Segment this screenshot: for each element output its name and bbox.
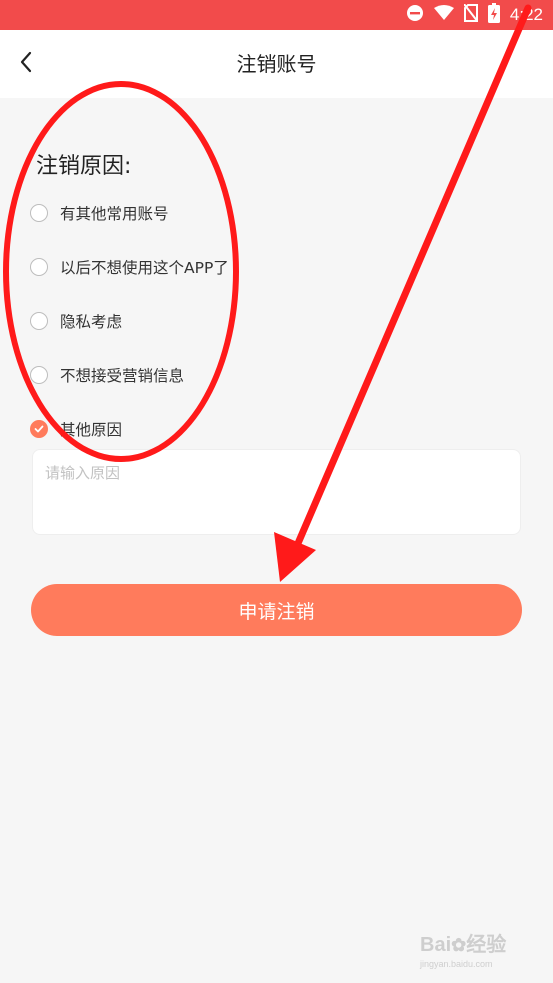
chevron-left-icon (19, 51, 33, 77)
status-icons: 4:22 (406, 0, 543, 30)
reason-option-selected[interactable]: 其他原因 (30, 402, 510, 456)
battery-charging-icon (487, 3, 500, 27)
watermark-logo: Bai✿经验 jingyan.baidu.com (420, 928, 506, 969)
watermark-url: jingyan.baidu.com (420, 959, 493, 969)
nav-bar: 注销账号 (0, 30, 553, 98)
radio-unchecked-icon[interactable] (30, 366, 48, 384)
wifi-icon (433, 5, 454, 25)
reason-option[interactable]: 隐私考虑 (30, 294, 510, 348)
reason-input[interactable] (32, 449, 521, 535)
reason-option[interactable]: 不想接受营销信息 (30, 348, 510, 402)
status-bar: 4:22 (0, 0, 553, 30)
radio-unchecked-icon[interactable] (30, 258, 48, 276)
page-title: 注销账号 (236, 52, 317, 76)
status-time: 4:22 (509, 5, 543, 24)
watermark-text: Bai (420, 934, 452, 956)
back-button[interactable] (6, 44, 46, 84)
radio-unchecked-icon[interactable] (30, 312, 48, 330)
do-not-disturb-icon (406, 4, 424, 26)
radio-unchecked-icon[interactable] (30, 204, 48, 222)
paw-icon: ✿ (451, 935, 467, 955)
reason-list: 有其他常用账号 以后不想使用这个APP了 隐私考虑 不想接受营销信息 其他原因 (30, 186, 510, 456)
reason-label: 隐私考虑 (60, 313, 123, 331)
reason-option[interactable]: 有其他常用账号 (30, 186, 510, 240)
reason-option[interactable]: 以后不想使用这个APP了 (30, 240, 510, 294)
reason-label: 其他原因 (60, 421, 123, 439)
submit-button[interactable]: 申请注销 (31, 584, 522, 636)
watermark-text2: 经验 (466, 934, 507, 956)
reason-label: 不想接受营销信息 (60, 367, 185, 385)
reason-label: 以后不想使用这个APP了 (60, 259, 229, 277)
screen: 4:22 注销账号 注销原因: 有其他常用账号 以后不想使用这个APP了 隐私考… (0, 0, 553, 983)
no-sim-icon (463, 3, 479, 26)
radio-checked-icon[interactable] (30, 420, 48, 438)
section-title: 注销原因: (36, 154, 132, 179)
reason-label: 有其他常用账号 (60, 205, 169, 223)
